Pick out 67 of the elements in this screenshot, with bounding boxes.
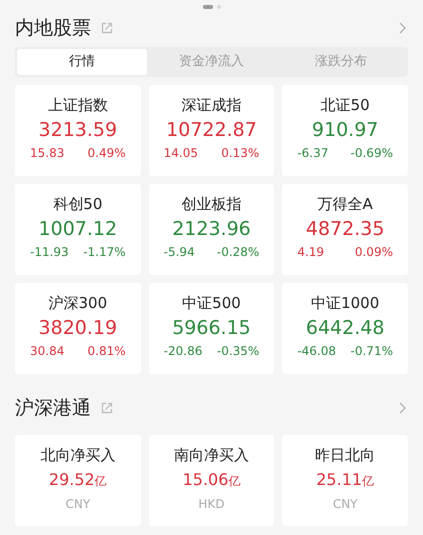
index-card[interactable]: 深证成指 10722.87 14.05 0.13% xyxy=(148,85,274,176)
index-name: 深证成指 xyxy=(181,95,242,115)
index-value: 3820.19 xyxy=(38,316,118,341)
change-value: -11.93 xyxy=(30,244,69,260)
change-value: 14.05 xyxy=(164,145,198,161)
index-value: 3213.59 xyxy=(38,118,118,143)
currency-label: HKD xyxy=(198,496,225,513)
index-name: 南向净买入 xyxy=(174,445,249,465)
change-percent: -0.69% xyxy=(350,145,393,161)
index-card[interactable]: 创业板指 2123.96 -5.94 -0.28% xyxy=(148,184,274,275)
index-card[interactable]: 北向净买入 29.52亿 CNY xyxy=(15,435,141,526)
index-name: 沪深300 xyxy=(48,293,108,313)
flow-unit: 亿 xyxy=(228,473,240,490)
change-percent: -1.17% xyxy=(83,244,126,260)
flow-value: 29.52 xyxy=(48,469,95,491)
index-value: 4872.35 xyxy=(306,217,384,242)
change-value: 4.19 xyxy=(297,244,324,260)
index-name: 万得全A xyxy=(318,194,373,214)
flow-unit: 亿 xyxy=(94,473,107,490)
flow-value: 25.11 xyxy=(316,469,362,491)
index-value: 6442.48 xyxy=(306,316,384,341)
index-value: 10722.87 xyxy=(166,118,257,143)
change-percent: -0.35% xyxy=(216,343,260,359)
currency-label: CNY xyxy=(65,496,90,513)
change-value: 30.84 xyxy=(30,343,64,359)
chevron-right-icon[interactable] xyxy=(399,22,406,34)
change-percent: 0.13% xyxy=(221,145,260,161)
index-card[interactable]: 万得全A 4872.35 4.19 0.09% xyxy=(282,184,408,275)
change-value: -20.86 xyxy=(164,343,202,359)
change-value: -46.08 xyxy=(297,343,336,359)
section-title: 内地股票 xyxy=(15,16,91,41)
change-percent: 0.81% xyxy=(88,343,126,359)
index-name: 昨日北向 xyxy=(315,445,376,465)
chevron-right-icon[interactable] xyxy=(399,402,406,414)
index-name: 科创50 xyxy=(53,194,102,214)
index-name: 上证指数 xyxy=(48,95,108,115)
index-card[interactable]: 南向净买入 15.06亿 HKD xyxy=(148,435,274,526)
index-value: 5966.15 xyxy=(172,316,251,341)
index-card[interactable]: 昨日北向 25.11亿 CNY xyxy=(282,435,408,526)
index-value: 910.97 xyxy=(312,118,378,143)
index-card[interactable]: 沪深300 3820.19 30.84 0.81% xyxy=(15,283,141,374)
index-name: 北证50 xyxy=(320,95,370,115)
change-percent: -0.28% xyxy=(216,244,260,260)
index-card[interactable]: 中证1000 6442.48 -46.08 -0.71% xyxy=(282,283,408,374)
change-percent: 0.09% xyxy=(354,244,393,260)
tab[interactable]: 行情 xyxy=(17,49,147,75)
flow-value: 15.06 xyxy=(182,469,228,491)
index-card[interactable]: 北证50 910.97 -6.37 -0.69% xyxy=(282,85,408,176)
change-percent: 0.49% xyxy=(88,145,126,161)
change-value: -6.37 xyxy=(297,145,328,161)
section-title: 沪深港通 xyxy=(15,396,91,421)
flow-unit: 亿 xyxy=(362,473,374,490)
index-name: 北向净买入 xyxy=(40,445,116,465)
share-icon[interactable] xyxy=(101,402,113,414)
currency-label: CNY xyxy=(332,496,358,513)
share-icon[interactable] xyxy=(101,22,113,34)
index-value: 1007.12 xyxy=(38,217,118,242)
index-name: 中证1000 xyxy=(311,293,380,313)
change-percent: -0.71% xyxy=(350,343,393,359)
index-value: 2123.96 xyxy=(172,217,251,242)
change-value: -5.94 xyxy=(164,244,195,260)
index-card[interactable]: 中证500 5966.15 -20.86 -0.35% xyxy=(148,283,274,374)
change-value: 15.83 xyxy=(30,145,64,161)
index-card[interactable]: 上证指数 3213.59 15.83 0.49% xyxy=(15,85,141,176)
index-name: 中证500 xyxy=(182,293,241,313)
index-card[interactable]: 科创50 1007.12 -11.93 -1.17% xyxy=(15,184,141,275)
index-name: 创业板指 xyxy=(181,194,242,214)
